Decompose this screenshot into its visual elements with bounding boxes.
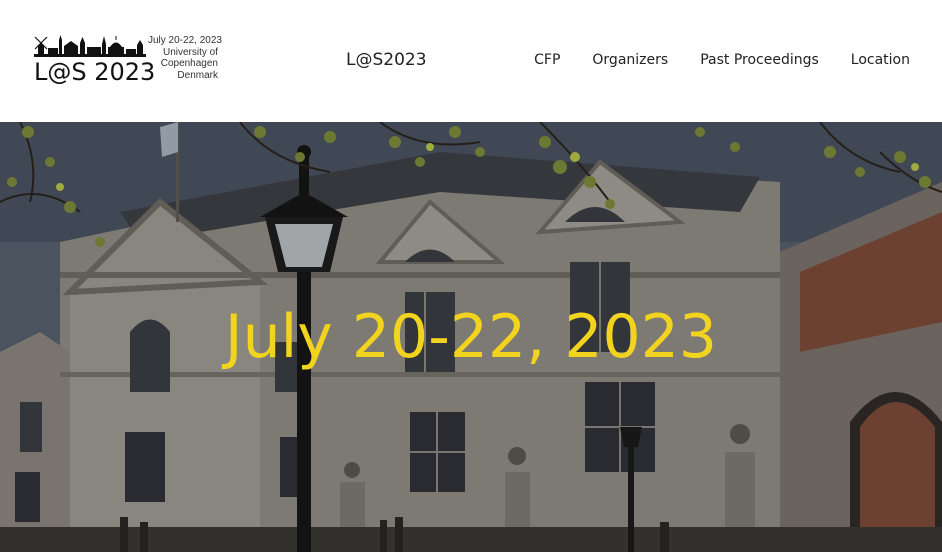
nav-item-past-proceedings[interactable]: Past Proceedings [700, 52, 819, 68]
logo-event-details: July 20-22, 2023 University of Copenhage… [148, 35, 222, 81]
logo-detail-city: Copenhagen [160, 58, 218, 69]
copenhagen-skyline-icon [34, 35, 146, 57]
hero-banner: July 20-22, 2023 [0, 122, 942, 552]
logo-wordmark: L@S 2023 [34, 58, 156, 86]
site-logo[interactable]: L@S 2023 July 20-22, 2023 University of … [32, 34, 222, 90]
site-title-link[interactable]: L@S2023 [346, 50, 427, 70]
logo-detail-date: July 20-22, 2023 [148, 35, 222, 46]
logo-detail-venue: University of [162, 46, 218, 58]
hero-date-heading: July 20-22, 2023 [224, 302, 718, 372]
site-header: L@S 2023 July 20-22, 2023 University of … [0, 0, 942, 122]
nav-item-cfp[interactable]: CFP [534, 52, 560, 68]
logo-detail-country: Denmark [177, 69, 218, 81]
nav-item-location[interactable]: Location [851, 52, 910, 68]
main-nav: CFP Organizers Past Proceedings Location [534, 52, 910, 68]
nav-item-organizers[interactable]: Organizers [592, 52, 668, 68]
